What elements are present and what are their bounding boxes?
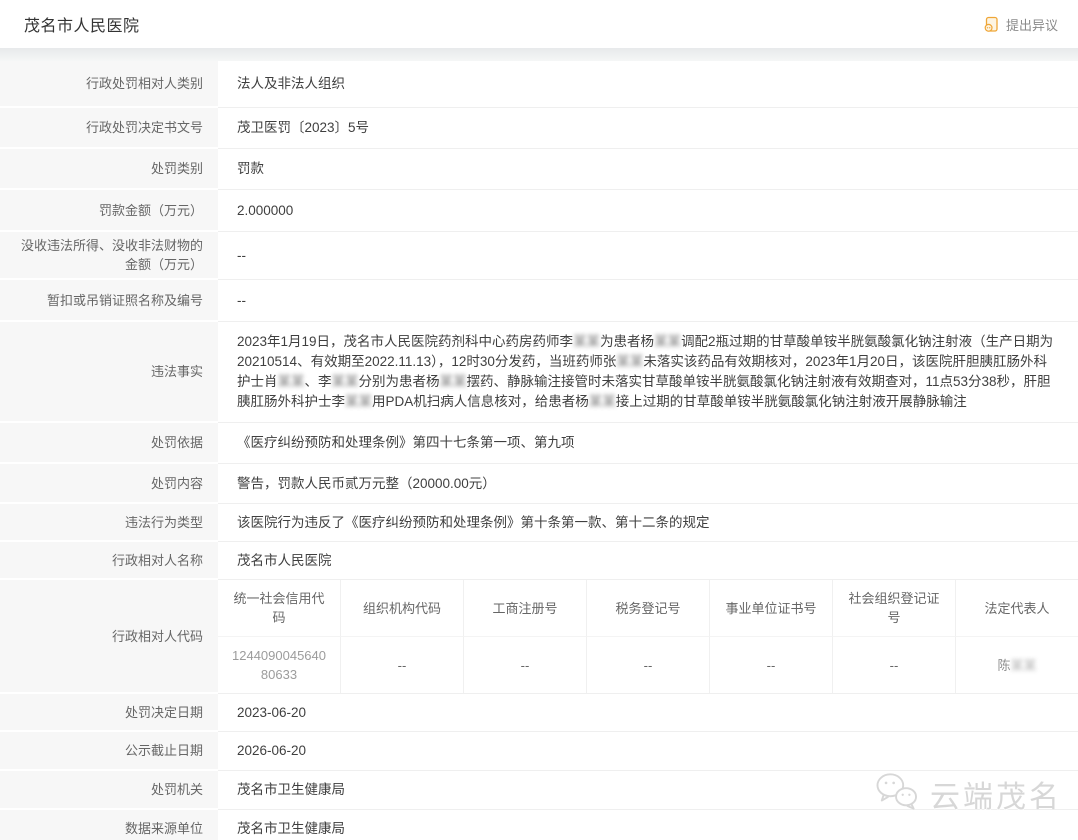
- row-penalty-basis: 处罚依据 《医疗纠纷预防和处理条例》第四十七条第一项、第九项: [0, 423, 1078, 464]
- row-subject-category: 行政处罚相对人类别 法人及非法人组织: [0, 61, 1078, 108]
- field-label: 违法行为类型: [0, 504, 218, 542]
- corp-col-header: 税务登记号: [586, 580, 709, 636]
- corp-table-header-row: 统一社会信用代码 组织机构代码 工商注册号 税务登记号 事业单位证书号 社会组织…: [218, 580, 1078, 636]
- field-label: 处罚类别: [0, 149, 218, 190]
- corp-table-values-row: 124409004564080633 -- -- -- -- -- 陈某某: [218, 636, 1078, 693]
- redacted-name: 某某: [345, 394, 372, 409]
- field-value: --: [218, 280, 1078, 322]
- field-label: 行政处罚决定书文号: [0, 108, 218, 149]
- row-decision-date: 处罚决定日期 2023-06-20: [0, 694, 1078, 732]
- field-value: 茂卫医罚〔2023〕5号: [218, 108, 1078, 149]
- corp-col-header: 组织机构代码: [340, 580, 463, 636]
- row-license-revocation: 暂扣或吊销证照名称及编号 --: [0, 280, 1078, 322]
- objection-document-icon: [983, 16, 1000, 33]
- business-reg-no-value: --: [463, 636, 586, 693]
- page-title: 茂名市人民医院: [24, 12, 140, 36]
- field-value: 茂名市卫生健康局: [218, 810, 1078, 840]
- corp-col-header: 社会组织登记证号: [832, 580, 955, 636]
- text-segment: 为患者杨: [600, 334, 654, 349]
- counterpart-code-table: 统一社会信用代码 组织机构代码 工商注册号 税务登记号 事业单位证书号 社会组织…: [218, 580, 1078, 694]
- social-org-reg-no-value: --: [832, 636, 955, 693]
- text-segment: 分别为患者杨: [359, 374, 440, 389]
- field-label: 数据来源单位: [0, 810, 218, 840]
- row-penalty-category: 处罚类别 罚款: [0, 149, 1078, 190]
- redacted-name: 某某: [1011, 656, 1037, 675]
- field-label: 违法事实: [0, 322, 218, 423]
- header-divider-band: [0, 48, 1078, 61]
- text-segment: 接上过期的甘草酸单铵半胱氨酸氯化钠注射液开展静脉输注: [616, 394, 967, 409]
- redacted-name: 某某: [332, 374, 359, 389]
- row-violation-type: 违法行为类型 该医院行为违反了《医疗纠纷预防和处理条例》第十条第一款、第十二条的…: [0, 504, 1078, 542]
- field-label: 没收违法所得、没收非法财物的金额（万元）: [0, 232, 218, 280]
- field-value: 该医院行为违反了《医疗纠纷预防和处理条例》第十条第一款、第十二条的规定: [218, 504, 1078, 542]
- corp-col-header: 工商注册号: [463, 580, 586, 636]
- row-publicity-end-date: 公示截止日期 2026-06-20: [0, 732, 1078, 771]
- field-label: 行政相对人代码: [0, 580, 218, 694]
- row-penalty-authority: 处罚机关 茂名市卫生健康局: [0, 771, 1078, 810]
- row-confiscation-amount: 没收违法所得、没收非法财物的金额（万元） --: [0, 232, 1078, 280]
- tax-reg-no-value: --: [586, 636, 709, 693]
- field-label: 行政相对人名称: [0, 542, 218, 580]
- field-value: --: [218, 232, 1078, 280]
- redacted-name: 某某: [573, 334, 600, 349]
- penalty-record-page: 茂名市人民医院 提出异议 行政处罚相对人类别 法人及非法人组织 行政处罚决定书文…: [0, 0, 1078, 840]
- field-label: 公示截止日期: [0, 732, 218, 771]
- field-label: 处罚决定日期: [0, 694, 218, 732]
- field-value: 法人及非法人组织: [218, 61, 1078, 108]
- org-code-value: --: [340, 636, 463, 693]
- field-value: 警告，罚款人民币贰万元整（20000.00元）: [218, 464, 1078, 504]
- field-label: 处罚依据: [0, 423, 218, 464]
- field-value: 2.000000: [218, 190, 1078, 232]
- field-value: 2023年1月19日，茂名市人民医院药剂科中心药房药师李某某为患者杨某某调配2瓶…: [218, 322, 1078, 423]
- field-value: 2026-06-20: [218, 732, 1078, 771]
- corp-col-header: 法定代表人: [955, 580, 1078, 636]
- top-bar: 茂名市人民医院 提出异议: [0, 0, 1078, 48]
- text-segment: 陈: [997, 656, 1010, 675]
- institution-cert-no-value: --: [709, 636, 832, 693]
- field-value: 茂名市人民医院: [218, 542, 1078, 580]
- redacted-name: 某某: [616, 354, 643, 369]
- row-decision-doc-no: 行政处罚决定书文号 茂卫医罚〔2023〕5号: [0, 108, 1078, 149]
- illegal-facts-text: 2023年1月19日，茂名市人民医院药剂科中心药房药师李某某为患者杨某某调配2瓶…: [237, 332, 1059, 412]
- corp-col-header: 统一社会信用代码: [218, 580, 340, 636]
- raise-objection-button[interactable]: 提出异议: [983, 15, 1058, 34]
- field-label: 暂扣或吊销证照名称及编号: [0, 280, 218, 322]
- field-label: 罚款金额（万元）: [0, 190, 218, 232]
- credit-code-value: 124409004564080633: [230, 646, 328, 684]
- field-value: 2023-06-20: [218, 694, 1078, 732]
- field-value: 罚款: [218, 149, 1078, 190]
- text-segment: 用PDA机扫病人信息核对，给患者杨: [372, 394, 589, 409]
- legal-representative-value: 陈某某: [955, 636, 1078, 693]
- row-data-source: 数据来源单位 茂名市卫生健康局: [0, 810, 1078, 840]
- field-label: 行政处罚相对人类别: [0, 61, 218, 108]
- objection-label: 提出异议: [1006, 15, 1058, 34]
- corp-col-header: 事业单位证书号: [709, 580, 832, 636]
- text-segment: 2023年1月19日，茂名市人民医院药剂科中心药房药师李: [237, 334, 573, 349]
- field-value: 《医疗纠纷预防和处理条例》第四十七条第一项、第九项: [218, 423, 1078, 464]
- row-counterpart-code: 行政相对人代码 统一社会信用代码 组织机构代码 工商注册号 税务登记号 事业单位…: [0, 580, 1078, 694]
- field-value: 茂名市卫生健康局: [218, 771, 1078, 810]
- row-illegal-facts: 违法事实 2023年1月19日，茂名市人民医院药剂科中心药房药师李某某为患者杨某…: [0, 322, 1078, 423]
- row-fine-amount: 罚款金额（万元） 2.000000: [0, 190, 1078, 232]
- redacted-name: 某某: [278, 374, 305, 389]
- redacted-name: 某某: [440, 374, 467, 389]
- field-label: 处罚机关: [0, 771, 218, 810]
- row-counterpart-name: 行政相对人名称 茂名市人民医院: [0, 542, 1078, 580]
- redacted-name: 某某: [654, 334, 681, 349]
- redacted-name: 某某: [589, 394, 616, 409]
- text-segment: 、李: [305, 374, 332, 389]
- field-label: 处罚内容: [0, 464, 218, 504]
- unified-social-credit-code: 124409004564080633: [218, 636, 340, 693]
- row-penalty-content: 处罚内容 警告，罚款人民币贰万元整（20000.00元）: [0, 464, 1078, 504]
